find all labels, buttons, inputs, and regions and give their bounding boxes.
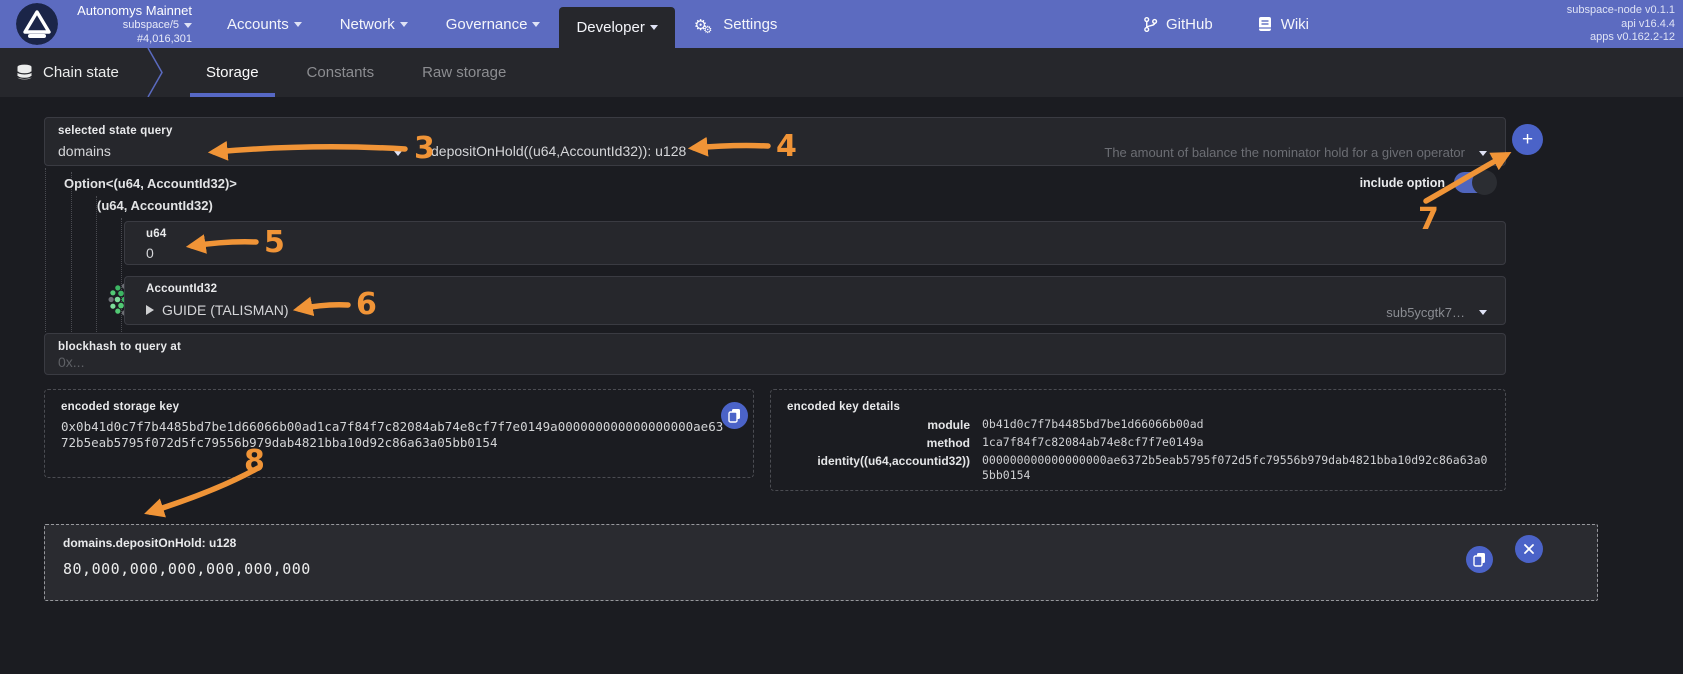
copy-key-button[interactable] (721, 402, 748, 429)
wiki-link[interactable]: Wiki (1257, 16, 1309, 33)
account-address-short: sub5ycgtk7… (1386, 305, 1465, 320)
nav-item-settings[interactable]: ⚙⚙Settings (675, 0, 797, 48)
top-header: Autonomys Mainnet subspace/5 #4,016,301 … (0, 0, 1683, 48)
book-icon (1257, 16, 1273, 32)
remove-query-button[interactable] (1515, 535, 1543, 563)
network-selector[interactable]: Autonomys Mainnet subspace/5 #4,016,301 (66, 3, 192, 46)
encoded-key-value: 0x0b41d0c7f7b4485bd7be1d66066b00ad1ca7f8… (61, 419, 725, 451)
blockhash-label: blockhash to query at (58, 341, 181, 353)
encoded-key-label: encoded storage key (61, 401, 737, 413)
chevron-down-icon (400, 22, 408, 27)
database-icon (16, 64, 33, 81)
query-label: selected state query (58, 125, 173, 137)
copy-icon (728, 408, 741, 423)
include-option-toggle[interactable] (1454, 172, 1496, 193)
nav-item-developer[interactable]: Developer (559, 7, 674, 48)
version-info: subspace-node v0.1.1 api v16.4.4 apps v0… (1567, 4, 1675, 45)
autonomys-logo-icon[interactable] (16, 3, 58, 45)
tuple-type-label: (u64, AccountId32) (97, 198, 213, 213)
chevron-down-icon (532, 22, 540, 27)
u64-param-field: u64 (124, 221, 1506, 265)
account-param-field: AccountId32 GUIDE (TALISMAN) sub5ycgtk7… (124, 276, 1506, 325)
chevron-down-icon (184, 23, 192, 28)
chevron-down-icon (650, 25, 658, 30)
best-block-number: #4,016,301 (66, 32, 192, 46)
pallet-select[interactable]: domains (58, 143, 111, 159)
git-branch-icon (1143, 16, 1158, 33)
account-label: AccountId32 (146, 283, 217, 295)
encoded-key-details-panel: encoded key details module 0b41d0c7f7b44… (770, 389, 1506, 491)
account-name: GUIDE (TALISMAN) (162, 302, 289, 318)
key-detail-row: method 1ca7f84f7c82084ab74e8cf7f7e0149a (787, 435, 1489, 451)
annotation-number-6: 6 (356, 287, 377, 322)
chevron-down-icon[interactable] (1479, 151, 1487, 156)
chain-state-page: Autonomys Mainnet subspace/5 #4,016,301 … (0, 0, 1683, 674)
annotation-number-4: 4 (776, 129, 797, 164)
header-links: GitHub Wiki (1143, 0, 1309, 48)
key-details-rows: module 0b41d0c7f7b4485bd7be1d66066b00ad … (787, 417, 1489, 482)
detail-value: 1ca7f84f7c82084ab74e8cf7f7e0149a (982, 435, 1489, 450)
github-link[interactable]: GitHub (1143, 16, 1213, 33)
detail-key: identity((u64,accountid32)) (787, 453, 970, 469)
chevron-down-icon (294, 22, 302, 27)
annotation-number-8: 8 (244, 444, 265, 479)
chevron-down-icon[interactable] (1479, 310, 1487, 315)
include-option-label: include option (1360, 176, 1445, 190)
option-type-label: Option<(u64, AccountId32)> (64, 176, 237, 191)
selected-state-query-panel: selected state query domains depositOnHo… (44, 117, 1506, 166)
network-name: Autonomys Mainnet (66, 3, 192, 18)
section-label: Chain state (43, 64, 119, 81)
key-detail-row: module 0b41d0c7f7b4485bd7be1d66066b00ad (787, 417, 1489, 433)
apps-version: apps v0.162.2-12 (1567, 31, 1675, 45)
encoded-storage-key-panel: encoded storage key 0x0b41d0c7f7b4485bd7… (44, 389, 754, 478)
tree-guide (45, 168, 46, 332)
detail-key: method (787, 435, 970, 451)
tree-guide (96, 196, 97, 332)
api-version: api v16.4.4 (1567, 18, 1675, 32)
chevron-down-icon[interactable] (394, 151, 402, 156)
chain-spec[interactable]: subspace/5 (66, 18, 192, 32)
tab-constants[interactable]: Constants (283, 48, 399, 97)
chevron-separator (146, 48, 166, 97)
detail-value: 0b41d0c7f7b4485bd7be1d66066b00ad (982, 417, 1489, 432)
copy-icon (1473, 552, 1486, 567)
nav-item-governance[interactable]: Governance (427, 0, 560, 48)
tab-storage[interactable]: Storage (182, 48, 283, 97)
method-select[interactable]: depositOnHold((u64,AccountId32)): u128 (431, 143, 686, 159)
tab-raw-storage[interactable]: Raw storage (398, 48, 530, 97)
main-nav: Accounts Network Governance Developer ⚙⚙… (208, 0, 796, 48)
node-version: subspace-node v0.1.1 (1567, 4, 1675, 18)
method-help-text: The amount of balance the nominator hold… (1104, 145, 1465, 160)
section-title: Chain state (16, 48, 119, 97)
nav-item-network[interactable]: Network (321, 0, 427, 48)
u64-input[interactable] (146, 245, 546, 261)
u64-label: u64 (146, 228, 166, 240)
copy-result-button[interactable] (1466, 546, 1493, 573)
nav-item-accounts[interactable]: Accounts (208, 0, 321, 48)
detail-value: 000000000000000000ae6372b5eab5795f072d5f… (982, 453, 1489, 482)
expand-triangle-icon[interactable] (146, 305, 154, 315)
blockhash-input[interactable] (58, 354, 1058, 370)
key-detail-row: identity((u64,accountid32)) 000000000000… (787, 453, 1489, 482)
toggle-knob (1472, 170, 1497, 195)
annotation-number-5: 5 (264, 225, 285, 260)
account-select[interactable]: GUIDE (TALISMAN) (146, 302, 289, 318)
blockhash-field: blockhash to query at (44, 333, 1506, 375)
detail-key: module (787, 417, 970, 433)
add-query-button[interactable]: + (1512, 124, 1543, 155)
result-value: 80,000,000,000,000,000,000 (63, 560, 311, 578)
tabs: Storage Constants Raw storage (182, 48, 530, 97)
include-option-control: include option (1360, 172, 1496, 193)
gear-icon: ⚙⚙ (694, 18, 716, 33)
query-result-row: domains.depositOnHold: u128 80,000,000,0… (44, 524, 1598, 601)
annotation-number-7: 7 (1418, 202, 1439, 237)
result-label: domains.depositOnHold: u128 (63, 536, 236, 550)
tree-guide (71, 172, 72, 332)
annotation-number-3: 3 (414, 131, 435, 166)
close-icon (1523, 543, 1535, 555)
key-details-label: encoded key details (787, 401, 1489, 413)
tab-bar: Chain state Storage Constants Raw storag… (0, 48, 1683, 97)
